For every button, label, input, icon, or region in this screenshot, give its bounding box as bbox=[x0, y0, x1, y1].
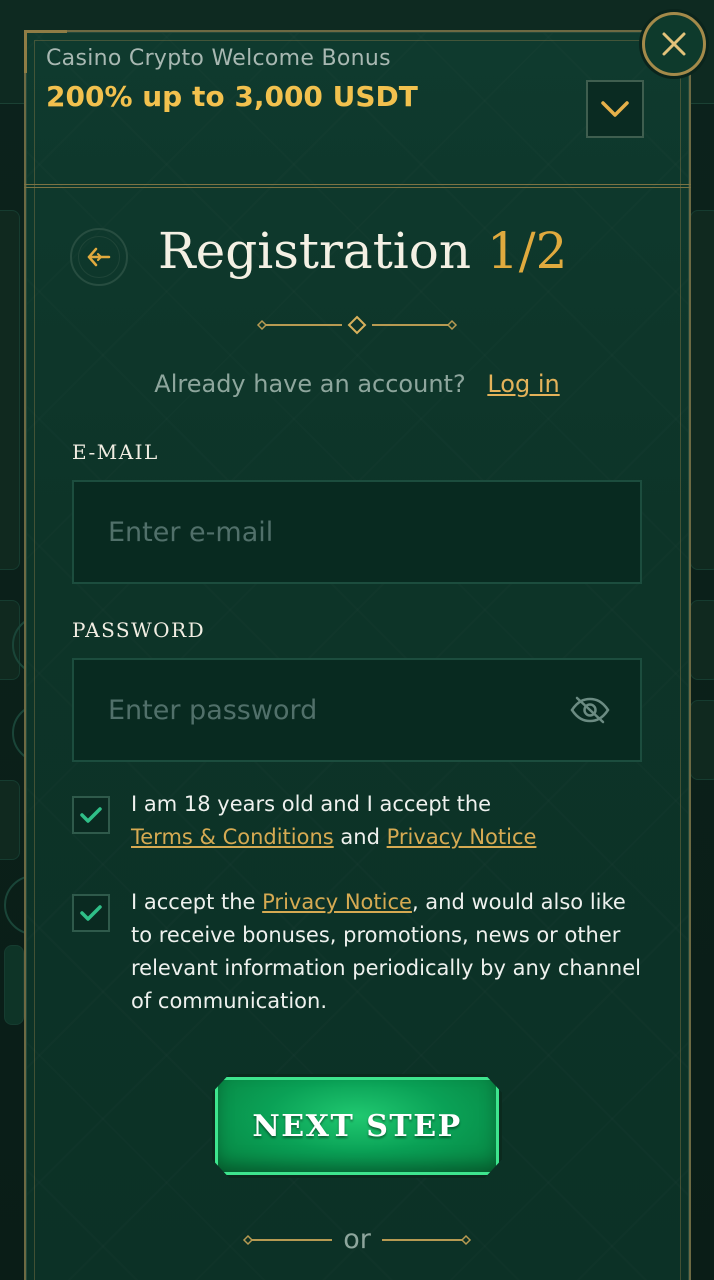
bonus-amount: 200% up to 3,000 USDT bbox=[46, 80, 418, 113]
password-visibility-toggle[interactable] bbox=[570, 692, 610, 728]
privacy-link[interactable]: Privacy Notice bbox=[262, 890, 412, 914]
terms-checkbox[interactable] bbox=[72, 796, 110, 834]
check-icon bbox=[80, 807, 102, 823]
bonus-title: Casino Crypto Welcome Bonus bbox=[46, 46, 391, 71]
login-prompt: Already have an account? Log in bbox=[0, 370, 714, 398]
password-label: PASSWORD bbox=[72, 618, 206, 642]
marketing-consent-prefix: I accept the bbox=[131, 890, 256, 914]
eye-slash-icon bbox=[570, 696, 610, 724]
back-button[interactable] bbox=[70, 228, 128, 286]
background-panel bbox=[690, 600, 714, 680]
terms-consent-prefix: I am 18 years old and I accept the bbox=[131, 792, 492, 816]
bonus-expand-button[interactable] bbox=[586, 80, 644, 138]
password-field-container bbox=[72, 658, 642, 762]
ornament-divider bbox=[256, 315, 458, 335]
chevron-down-icon bbox=[601, 101, 629, 117]
terms-consent-middle: and bbox=[340, 825, 380, 849]
marketing-checkbox[interactable] bbox=[72, 894, 110, 932]
close-button[interactable] bbox=[642, 12, 706, 76]
next-step-button[interactable]: NEXT STEP bbox=[212, 1074, 502, 1178]
back-arrow-icon bbox=[87, 247, 111, 267]
registration-title: Registration bbox=[158, 222, 472, 280]
login-link[interactable]: Log in bbox=[487, 370, 559, 398]
check-icon bbox=[80, 905, 102, 921]
close-icon bbox=[662, 32, 686, 56]
terms-consent-text: I am 18 years old and I accept the Terms… bbox=[131, 788, 651, 854]
background-panel bbox=[690, 700, 714, 780]
page-title: Registration 1/2 bbox=[158, 222, 567, 280]
background-panel bbox=[0, 780, 20, 860]
or-label: or bbox=[343, 1224, 371, 1255]
or-separator: or bbox=[242, 1222, 472, 1258]
email-field-container bbox=[72, 480, 642, 584]
privacy-link[interactable]: Privacy Notice bbox=[387, 825, 537, 849]
email-field[interactable] bbox=[74, 482, 640, 582]
login-prompt-text: Already have an account? bbox=[154, 370, 466, 398]
password-field[interactable] bbox=[74, 660, 640, 760]
terms-link[interactable]: Terms & Conditions bbox=[131, 825, 334, 849]
background-panel bbox=[4, 945, 24, 1025]
next-step-label: NEXT STEP bbox=[252, 1108, 462, 1144]
registration-step: 1/2 bbox=[487, 222, 568, 280]
marketing-consent-text: I accept the Privacy Notice, and would a… bbox=[131, 886, 651, 1018]
email-label: E-MAIL bbox=[72, 440, 159, 464]
